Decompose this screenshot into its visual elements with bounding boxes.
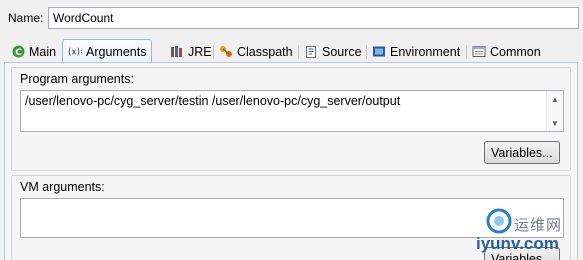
name-label: Name: <box>8 11 44 25</box>
program-arguments-textarea[interactable]: /user/lenovo-pc/cyg_server/testin /user/… <box>20 90 564 132</box>
tab-classpath-label: Classpath <box>237 44 293 59</box>
common-icon <box>472 45 486 59</box>
tab-jre-label: JRE <box>188 44 212 59</box>
tab-source[interactable]: Source <box>299 41 367 62</box>
scroll-down-icon[interactable]: ▼ <box>547 116 563 130</box>
launch-configuration-dialog: Name: WordCount C Main (x)= Arguments JR… <box>0 0 583 260</box>
program-variables-button[interactable]: Variables... <box>484 141 560 164</box>
tab-common[interactable]: Common <box>467 41 546 62</box>
tab-common-label: Common <box>490 44 541 59</box>
tab-classpath[interactable]: Classpath <box>214 41 298 62</box>
program-arguments-title: Program arguments: <box>20 72 134 86</box>
svg-text:(x)=: (x)= <box>68 48 82 58</box>
main-c-icon: C <box>11 45 25 59</box>
arguments-x-icon: (x)= <box>68 45 82 59</box>
tab-arguments[interactable]: (x)= Arguments <box>62 39 153 63</box>
vm-arguments-title: VM arguments: <box>20 180 105 194</box>
scroll-up-icon[interactable]: ▲ <box>547 92 563 106</box>
environment-icon <box>372 45 386 59</box>
vm-arguments-group: VM arguments: Variables... <box>11 175 571 260</box>
name-input[interactable]: WordCount <box>48 7 579 29</box>
program-arguments-value: /user/lenovo-pc/cyg_server/testin /user/… <box>25 94 401 108</box>
classpath-icon <box>219 45 233 59</box>
tab-environment[interactable]: Environment <box>367 41 466 62</box>
tab-bar: C Main (x)= Arguments JRE Classpath <box>0 39 583 63</box>
tab-source-label: Source <box>322 44 362 59</box>
svg-text:C: C <box>15 48 22 58</box>
program-arguments-scrollbar[interactable]: ▲ ▼ <box>546 91 563 131</box>
name-row: Name: WordCount <box>8 7 583 31</box>
source-icon <box>304 45 318 59</box>
tab-main-label: Main <box>29 44 57 59</box>
program-arguments-group: Program arguments: /user/lenovo-pc/cyg_s… <box>11 67 571 171</box>
vm-variables-button[interactable]: Variables... <box>484 247 560 260</box>
tab-environment-label: Environment <box>390 44 461 59</box>
arguments-tab-panel: Program arguments: /user/lenovo-pc/cyg_s… <box>4 62 578 260</box>
vm-arguments-textarea[interactable] <box>20 198 564 238</box>
jre-books-icon <box>170 45 184 59</box>
tab-arguments-label: Arguments <box>86 44 147 59</box>
tab-jre[interactable]: JRE <box>165 41 217 62</box>
tab-main[interactable]: C Main <box>6 41 62 62</box>
